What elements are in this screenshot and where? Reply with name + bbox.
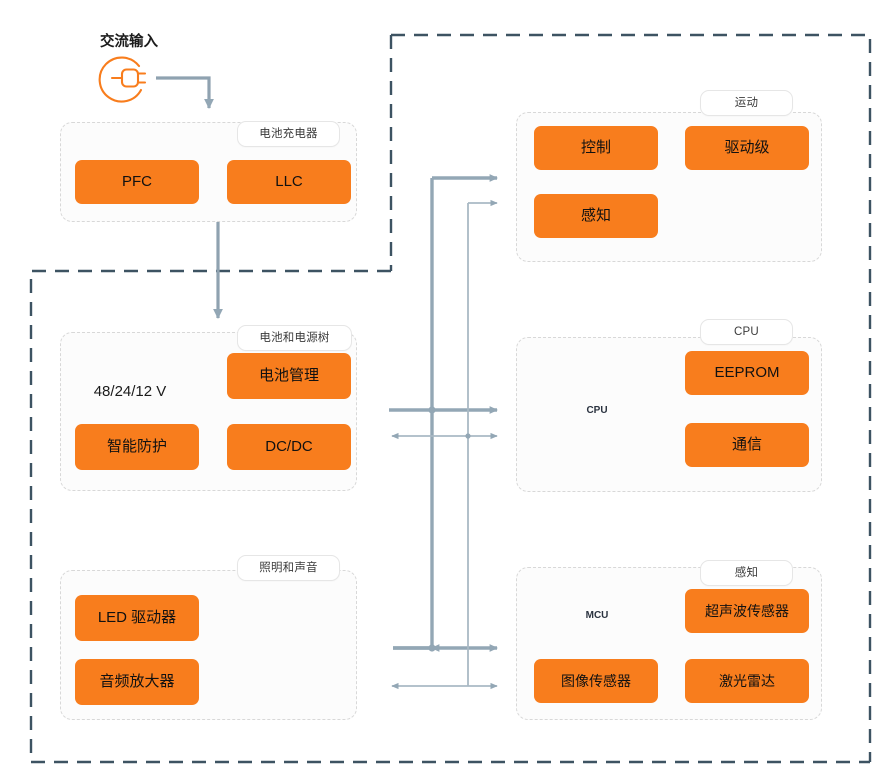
block-image-sensor[interactable]: 图像传感器: [534, 659, 658, 703]
block-communication[interactable]: 通信: [685, 423, 809, 467]
block-motion-sensing[interactable]: 感知: [534, 194, 658, 238]
block-drive-stage[interactable]: 驱动级: [685, 126, 809, 170]
block-battery-management[interactable]: 电池管理: [227, 353, 351, 399]
group-label-battery-charger: 电池充电器: [237, 121, 340, 147]
group-label-lighting-sound: 照明和声音: [237, 555, 340, 581]
block-control[interactable]: 控制: [534, 126, 658, 170]
block-audio-amplifier[interactable]: 音频放大器: [75, 659, 199, 705]
mcu-chip-label: MCU: [585, 609, 609, 621]
block-llc[interactable]: LLC: [227, 160, 351, 204]
arrow-ac-to-charger: [156, 76, 214, 109]
bus-secondary: [391, 199, 498, 690]
ac-plug-icon: [98, 56, 147, 103]
group-label-cpu: CPU: [700, 319, 793, 345]
block-pfc[interactable]: PFC: [75, 160, 199, 204]
group-label-battery-power-tree: 电池和电源树: [237, 325, 352, 351]
block-eeprom[interactable]: EEPROM: [685, 351, 809, 395]
cpu-chip-label: CPU: [586, 404, 608, 416]
block-lidar[interactable]: 激光雷达: [685, 659, 809, 703]
group-label-sensing: 感知: [700, 560, 793, 586]
block-ultrasonic-sensor[interactable]: 超声波传感器: [685, 589, 809, 633]
bus-primary: [389, 174, 498, 652]
block-smart-protection[interactable]: 智能防护: [75, 424, 199, 470]
group-label-motion: 运动: [700, 90, 793, 116]
ac-input-title: 交流输入: [100, 34, 158, 50]
bus-junction-dots: [428, 406, 471, 652]
block-led-driver[interactable]: LED 驱动器: [75, 595, 199, 641]
battery-voltage-caption: 48/24/12 V: [93, 383, 167, 400]
block-dcdc[interactable]: DC/DC: [227, 424, 351, 470]
diagram-canvas: 交流输入 电池充电器 PFC LLC 电池和电源树 48/24/12 V 电池管…: [0, 0, 882, 777]
